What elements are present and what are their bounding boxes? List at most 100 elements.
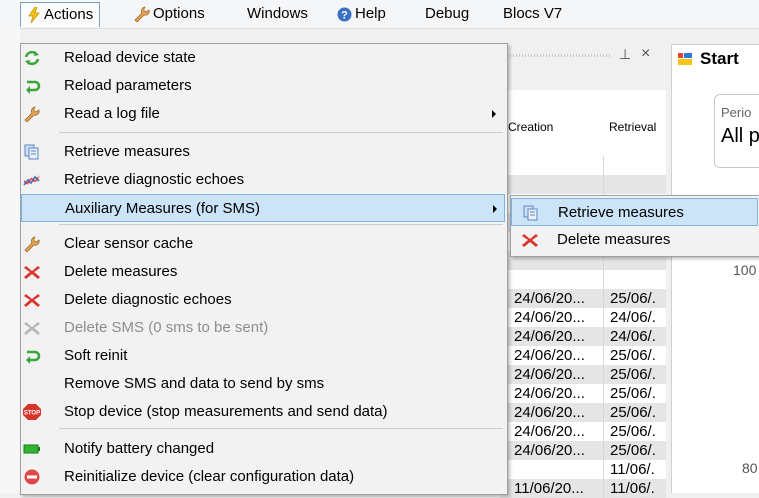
menu-separator bbox=[59, 132, 503, 133]
menu-item-stop-device-stop-measurements-and-send-data[interactable]: STOP Stop device (stop measurements and s… bbox=[21, 398, 505, 426]
column-header-label: Retrieval bbox=[609, 120, 657, 134]
menu-item-label: Reload parameters bbox=[64, 77, 192, 94]
table-row[interactable] bbox=[500, 270, 666, 289]
table-row[interactable]: 24/06/20... 24/06/. bbox=[500, 308, 666, 327]
menu-help-label: Help bbox=[355, 5, 386, 22]
menu-item-delete-sms-0-sms-to-be-sent[interactable]: Delete SMS (0 sms to be sent) bbox=[21, 314, 505, 342]
table-row[interactable]: 24/06/20... 25/06/. bbox=[500, 346, 666, 365]
cell-retrieval: 25/06/. bbox=[603, 384, 666, 403]
pin-icon[interactable]: ⊥ bbox=[619, 46, 631, 63]
cell-retrieval: 25/06/. bbox=[603, 346, 666, 365]
close-icon[interactable]: × bbox=[641, 45, 650, 63]
axis-label: 80 bbox=[742, 460, 758, 476]
menu-item-reload-parameters[interactable]: Reload parameters bbox=[21, 72, 505, 100]
copy-icon bbox=[522, 205, 540, 221]
reload-arrow-icon bbox=[23, 348, 41, 364]
menu-item-label: Reload device state bbox=[64, 49, 196, 66]
menu-item-reload-device-state[interactable]: Reload device state bbox=[21, 44, 505, 72]
svg-text:?: ? bbox=[341, 9, 348, 21]
table-row[interactable]: 24/06/20... 25/06/. bbox=[500, 384, 666, 403]
help-icon: ? bbox=[337, 7, 352, 22]
menu-separator bbox=[59, 428, 503, 429]
table-row[interactable]: 24/06/20... 25/06/. bbox=[500, 403, 666, 422]
table-row[interactable]: 11/06/20... 11/06/. bbox=[500, 479, 666, 498]
submenu-item-delete-measures[interactable]: Delete measures bbox=[511, 226, 758, 254]
cell-creation: 24/06/20... bbox=[500, 327, 603, 346]
refresh-icon bbox=[23, 50, 41, 66]
menu-debug[interactable]: Debug bbox=[425, 0, 469, 28]
menu-item-retrieve-measures[interactable]: Retrieve measures bbox=[21, 138, 505, 166]
cell-retrieval: 25/06/. bbox=[603, 441, 666, 460]
menu-blocs[interactable]: Blocs V7 bbox=[503, 0, 562, 28]
menu-item-retrieve-diagnostic-echoes[interactable]: Retrieve diagnostic echoes bbox=[21, 166, 505, 194]
table-row[interactable] bbox=[500, 175, 666, 194]
menu-options-label: Options bbox=[153, 5, 205, 22]
cell-retrieval: 25/06/. bbox=[603, 289, 666, 308]
panel-grip[interactable] bbox=[510, 54, 610, 57]
table-row[interactable]: 11/06/. bbox=[500, 460, 666, 479]
cell-retrieval: 25/06/. bbox=[603, 403, 666, 422]
submenu-item-retrieve-measures[interactable]: Retrieve measures bbox=[511, 198, 758, 226]
menu-options[interactable]: Options bbox=[134, 0, 205, 28]
cell-creation bbox=[500, 156, 603, 175]
menu-item-delete-diagnostic-echoes[interactable]: Delete diagnostic echoes bbox=[21, 286, 505, 314]
menu-windows-label: Windows bbox=[247, 5, 308, 22]
menu-item-label: Retrieve measures bbox=[64, 143, 190, 160]
axis-label: 100 bbox=[733, 262, 757, 278]
wrench-icon bbox=[23, 236, 41, 253]
cell-retrieval bbox=[603, 175, 666, 194]
cell-creation: 24/06/20... bbox=[500, 403, 603, 422]
cell-creation: 24/06/20... bbox=[514, 423, 585, 440]
reload-arrow-icon bbox=[23, 78, 41, 94]
table-row[interactable]: 24/06/20... 25/06/. bbox=[500, 422, 666, 441]
menu-help[interactable]: ? Help bbox=[337, 0, 386, 28]
column-header-label: Creation bbox=[508, 120, 554, 134]
menu-separator bbox=[59, 224, 503, 225]
menu-item-label: Reinitialize device (clear configuration… bbox=[64, 468, 355, 485]
submenu-arrow-icon bbox=[493, 205, 497, 213]
menu-item-delete-measures[interactable]: Delete measures bbox=[21, 258, 505, 286]
column-header-creation[interactable]: Creation bbox=[500, 90, 604, 156]
table-row[interactable]: 24/06/20... 25/06/. bbox=[500, 289, 666, 308]
menu-item-clear-sensor-cache[interactable]: Clear sensor cache bbox=[21, 230, 505, 258]
left-edge-area bbox=[0, 28, 20, 493]
menu-item-label: Remove SMS and data to send by sms bbox=[64, 375, 325, 392]
lightning-icon bbox=[28, 7, 40, 24]
menu-item-label: Retrieve diagnostic echoes bbox=[64, 171, 245, 188]
cell-creation bbox=[500, 175, 603, 194]
menu-item-soft-reinit[interactable]: Soft reinit bbox=[21, 342, 505, 370]
cell-retrieval: 24/06/. bbox=[603, 327, 666, 346]
menu-item-label: Soft reinit bbox=[64, 347, 128, 364]
menu-windows[interactable]: Windows bbox=[247, 0, 308, 28]
menu-item-notify-battery-changed[interactable]: Notify battery changed bbox=[21, 435, 505, 463]
table-row[interactable]: 24/06/20... 25/06/. bbox=[500, 365, 666, 384]
menu-item-label: Delete measures bbox=[64, 263, 178, 280]
cell-creation bbox=[500, 270, 603, 289]
period-selector[interactable]: Perio All p bbox=[714, 94, 759, 168]
chart-icon bbox=[678, 53, 692, 65]
actions-dropdown-menu: Reload device state Reload parameters Read… bbox=[20, 43, 508, 495]
chart-line-icon bbox=[23, 172, 41, 188]
menu-item-remove-sms-and-data-to-send-by-sms[interactable]: Remove SMS and data to send by sms bbox=[21, 370, 505, 398]
column-header-retrieval[interactable]: Retrieval bbox=[603, 90, 666, 156]
cell-retrieval: 24/06/. bbox=[603, 308, 666, 327]
svg-text:STOP: STOP bbox=[24, 411, 40, 417]
cell-retrieval: 11/06/. bbox=[603, 460, 666, 479]
menu-debug-label: Debug bbox=[425, 5, 470, 22]
menu-item-label: Clear sensor cache bbox=[64, 235, 194, 252]
menu-item-read-a-log-file[interactable]: Read a log file bbox=[21, 100, 505, 128]
menu-actions[interactable]: Actions bbox=[20, 2, 101, 27]
wrench-icon bbox=[134, 6, 150, 23]
menu-item-reinitialize-device-clear-configuration-data[interactable]: Reinitialize device (clear configuration… bbox=[21, 463, 505, 491]
menu-item-auxiliary-measures-for-sms[interactable]: Auxiliary Measures (for SMS) bbox=[21, 194, 505, 222]
menu-actions-label: Actions bbox=[44, 6, 94, 23]
table-row[interactable] bbox=[500, 156, 666, 175]
cell-retrieval: 25/06/. bbox=[603, 422, 666, 441]
tab-start[interactable]: Start bbox=[671, 44, 759, 73]
menu-item-label: Read a log file bbox=[64, 105, 160, 122]
table-row[interactable]: 24/06/20... 25/06/. bbox=[500, 441, 666, 460]
cell-creation: 24/06/20... bbox=[500, 365, 603, 384]
copy-icon bbox=[23, 144, 41, 160]
table-row[interactable]: 24/06/20... 24/06/. bbox=[500, 327, 666, 346]
battery-icon bbox=[23, 441, 41, 457]
